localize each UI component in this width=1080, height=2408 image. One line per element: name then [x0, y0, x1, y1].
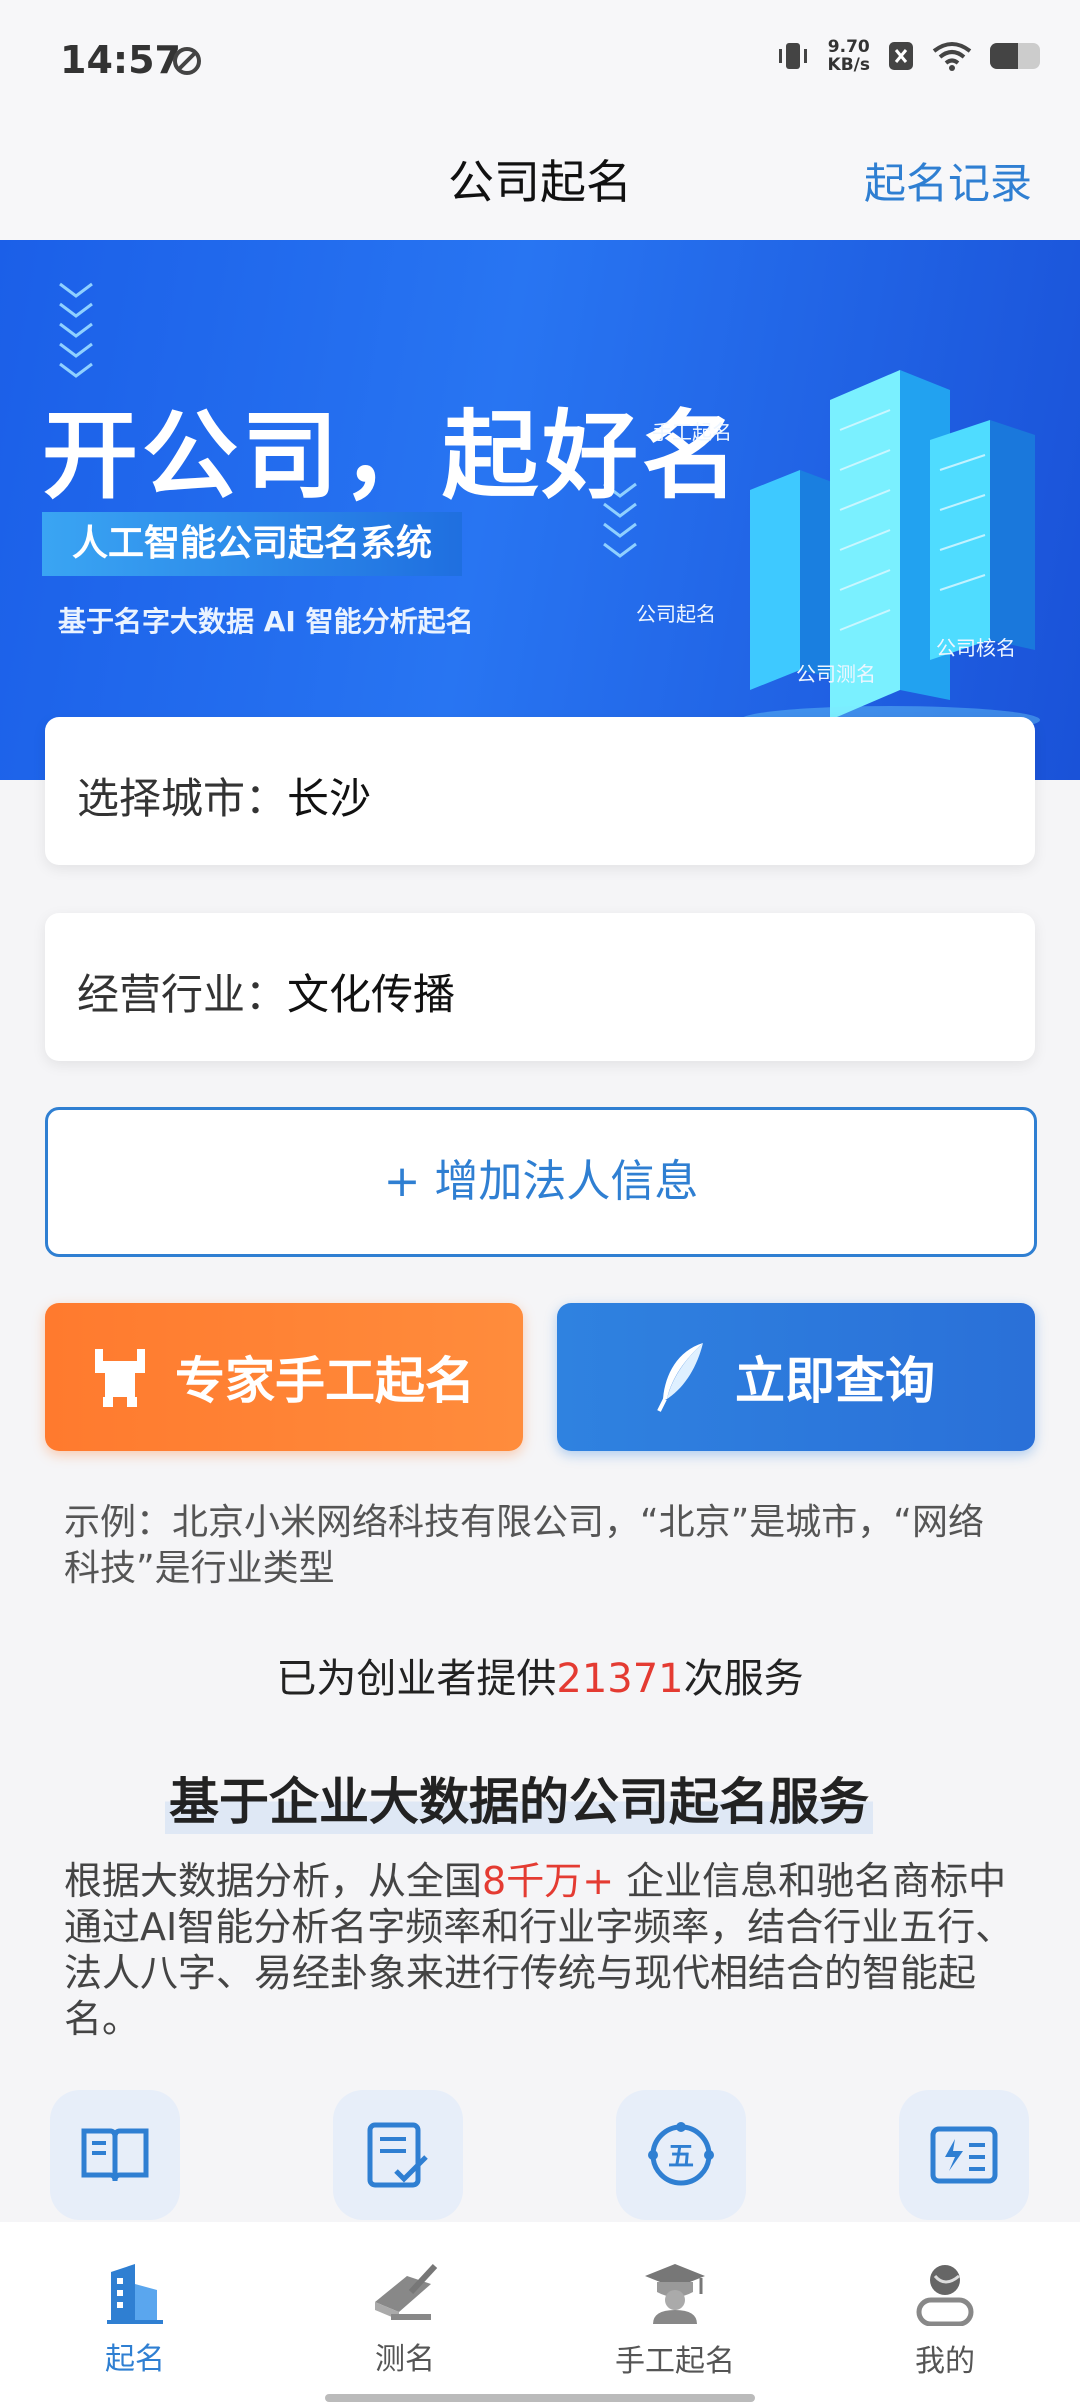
industry-label: 经营行业： [77, 970, 288, 1019]
city-selector[interactable]: 选择城市：长沙 [45, 717, 1035, 865]
checklist-icon [367, 2122, 428, 2188]
example-text: 示例：北京小米网络科技有限公司，“北京”是城市，“网络科技”是行业类型 [64, 1502, 984, 1589]
banner-title: 开公司，起好名 [42, 400, 742, 512]
query-now-button[interactable]: 立即查询 [557, 1303, 1035, 1451]
desc-part1: 根据大数据分析，从全国 [64, 1859, 483, 1903]
status-time: 14:57 [60, 38, 181, 82]
do-not-disturb-icon [173, 47, 201, 75]
building-icon [107, 2264, 163, 2324]
served-count: 已为创业者提供21371次服务 [0, 1646, 1080, 1704]
battery-level [990, 43, 1018, 69]
service-description: 根据大数据分析，从全国8千万+ 企业信息和驰名商标中通过AI智能分析名字频率和行… [64, 1858, 1014, 2042]
tab-naming[interactable]: 起名 [0, 2222, 270, 2408]
network-speed: 9.70 KB/s [827, 37, 870, 75]
battery-icon [990, 43, 1040, 69]
city-field: 选择城市：长沙 [77, 765, 371, 826]
home-indicator [325, 2394, 755, 2402]
feature-checklist[interactable] [333, 2090, 463, 2220]
hero-banner: 开公司，起好名 人工智能公司起名系统 基于名字大数据 AI 智能分析起名 手工起… [0, 240, 1080, 780]
tab-mine[interactable]: 我的 [810, 2222, 1080, 2408]
industry-value: 文化传播 [287, 970, 456, 1019]
feature-book[interactable] [50, 2090, 180, 2220]
banner-label-name-check: 公司核名 [936, 636, 1016, 660]
scholar-icon [645, 2264, 705, 2324]
banner-label-name-test: 公司测名 [796, 662, 876, 686]
wifi-icon [932, 42, 972, 71]
industry-field: 经营行业：文化传播 [77, 961, 455, 1022]
no-sim-icon [889, 42, 913, 70]
naming-records-link[interactable]: 起名记录 [864, 150, 1032, 211]
banner-subtitle: 基于名字大数据 AI 智能分析起名 [58, 605, 474, 638]
status-icons: 9.70 KB/s [776, 38, 1040, 74]
query-now-label: 立即查询 [735, 1352, 935, 1410]
vibrate-icon [778, 43, 807, 69]
feature-icons-row: 五 [50, 2090, 1030, 2220]
feature-five-elements[interactable]: 五 [616, 2090, 746, 2220]
tab-naming-label: 起名 [105, 2342, 165, 2377]
desc-highlight: 8千万+ [482, 1859, 615, 1903]
user-icon [916, 2265, 974, 2327]
tab-manual-naming-label: 手工起名 [615, 2344, 735, 2379]
status-bar: 14:57 9.70 KB/s [0, 0, 1080, 110]
tab-mine-label: 我的 [915, 2344, 975, 2379]
feather-icon [657, 1343, 703, 1412]
tab-name-test-label: 测名 [375, 2342, 435, 2377]
tab-manual-naming[interactable]: 手工起名 [540, 2222, 810, 2408]
add-legal-person-button[interactable]: + 增加法人信息 [45, 1107, 1037, 1257]
banner-label-manual: 手工起名 [652, 420, 732, 444]
served-prefix: 已为创业者提供 [276, 1656, 557, 1702]
nav-bar: 公司起名 起名记录 [0, 110, 1080, 240]
five-elements-icon: 五 [648, 2122, 714, 2186]
svg-text:五: 五 [668, 2142, 694, 2172]
city-label: 选择城市： [77, 774, 288, 823]
expert-naming-label: 专家手工起名 [175, 1352, 475, 1410]
book-pen-icon [375, 2263, 438, 2320]
section-title: 基于企业大数据的公司起名服务 [165, 1762, 873, 1834]
scholar-hat-icon [95, 1349, 145, 1407]
book-icon [81, 2128, 149, 2182]
banner-pill: 人工智能公司起名系统 [42, 512, 463, 576]
served-suffix: 次服务 [683, 1656, 804, 1702]
expert-naming-button[interactable]: 专家手工起名 [45, 1303, 523, 1451]
lightning-list-icon [930, 2126, 998, 2184]
industry-selector[interactable]: 经营行业：文化传播 [45, 913, 1035, 1061]
tab-name-test[interactable]: 测名 [270, 2222, 540, 2408]
bottom-tab-bar: 起名 测名 手工起名 我的 [0, 2222, 1080, 2408]
feature-lightning-list[interactable] [899, 2090, 1029, 2220]
city-value: 长沙 [287, 774, 372, 823]
served-number: 21371 [556, 1656, 684, 1702]
banner-label-company-naming: 公司起名 [636, 602, 716, 626]
